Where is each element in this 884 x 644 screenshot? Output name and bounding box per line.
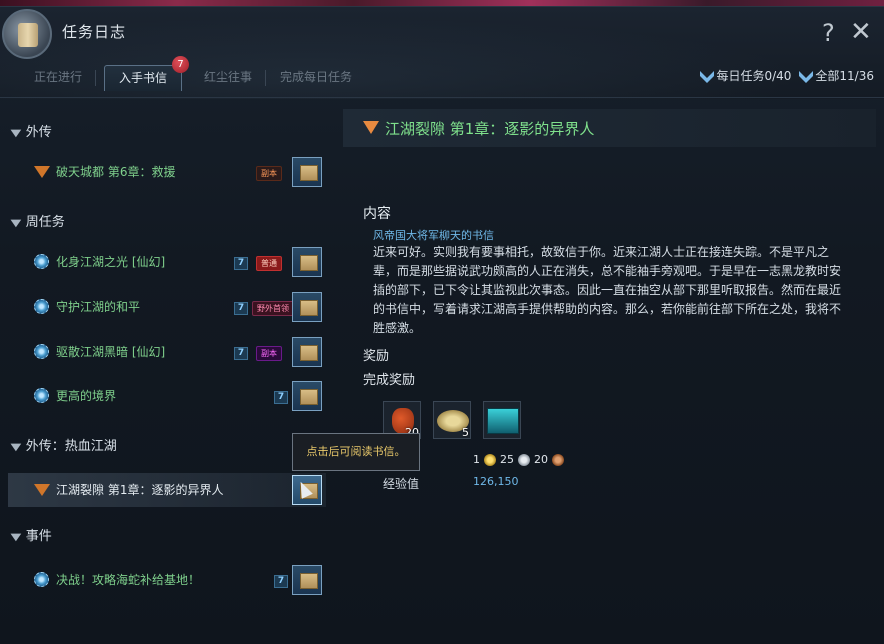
window-header: 任务日志 ? ✕ 正在进行 入手书信 7 红尘往事 完成每日任务 每日任务0/4… <box>0 7 884 99</box>
quest-item[interactable]: 决战！攻略海蛇补给基地！ 7 <box>8 563 326 597</box>
treasure-chest-icon <box>487 408 519 434</box>
letter-tooltip: 点击后可阅读书信。 <box>292 433 420 471</box>
copper-amount: 20 <box>534 453 548 466</box>
quest-item[interactable]: 破天城都 第6章：救援 副本 <box>8 155 326 189</box>
gear-icon <box>34 254 49 269</box>
copper-coin-icon <box>552 453 564 466</box>
reward-item[interactable]: 5 <box>433 401 471 439</box>
gear-icon <box>34 344 49 359</box>
scroll-icon <box>2 9 52 59</box>
exp-value: 126,150 <box>473 475 519 488</box>
flame-icon <box>363 121 379 134</box>
quest-label: 决战！攻略海蛇补给基地！ <box>56 573 201 587</box>
tab-past-events[interactable]: 红尘往事 <box>190 65 267 91</box>
letter-read-button[interactable] <box>292 292 322 322</box>
exp-label: 经验值 <box>383 477 420 491</box>
tab-daily-complete[interactable]: 完成每日任务 <box>266 65 366 91</box>
quest-label: 驱散江湖黑暗 [仙幻] <box>56 345 166 359</box>
all-stat-label: 全部11/36 <box>815 69 874 83</box>
reward-item[interactable] <box>483 401 521 439</box>
quest-tag: 野外首领 <box>252 301 294 316</box>
quest-label: 江湖裂隙 第1章：逐影的异界人 <box>56 483 224 497</box>
letter-sender: 风帝国大将军柳天的书信 <box>373 229 494 242</box>
detail-header: 江湖裂隙 第1章：逐影的异界人 <box>343 109 876 147</box>
category-label: 外传：热血江湖 <box>25 439 117 454</box>
tab-label: 正在进行 <box>34 70 83 84</box>
content-heading: 内容 <box>363 206 391 222</box>
letter-read-button[interactable] <box>292 565 322 595</box>
close-button[interactable]: ✕ <box>850 17 872 47</box>
gear-icon <box>34 299 49 314</box>
quest-tag: 副本 <box>256 166 282 181</box>
letter-body: 近来可好。实则我有要事相托，故致信于你。近来江湖人士正在接连失踪。不是平凡之辈，… <box>373 245 842 335</box>
reward-heading: 奖励 <box>363 349 390 364</box>
gold-amount: 1 <box>473 453 480 466</box>
flame-icon <box>34 166 50 178</box>
category-label: 周任务 <box>25 215 65 230</box>
quest-label: 更高的境界 <box>56 389 117 403</box>
daily-stat-label: 每日任务0/40 <box>716 69 792 83</box>
header-divider <box>0 97 884 98</box>
tab-label: 入手书信 <box>119 71 168 85</box>
quest-item-selected[interactable]: 江湖裂隙 第1章：逐影的异界人 <box>8 473 326 507</box>
quest-list-panel: ▼ 外传 破天城都 第6章：救援 副本 ▼ 周任务 化身江湖之光 [仙幻] 7 普通… <box>0 107 335 644</box>
completion-reward-heading: 完成奖励 <box>363 373 416 388</box>
quest-item[interactable]: 驱散江湖黑暗 [仙幻] 7 副本 <box>8 335 326 369</box>
chevron-down-icon: ▼ <box>10 442 22 453</box>
quest-label: 化身江湖之光 [仙幻] <box>56 255 166 269</box>
tab-in-progress[interactable]: 正在进行 <box>20 65 97 91</box>
tab-label: 红尘往事 <box>204 70 253 84</box>
chevron-down-icon: ▼ <box>10 128 22 139</box>
quest-label: 守护江湖的和平 <box>56 300 141 314</box>
quest-count: 7 <box>234 257 248 270</box>
quest-label: 破天城都 第6章：救援 <box>56 165 176 179</box>
quest-count: 7 <box>234 347 248 360</box>
category-label: 外传 <box>25 125 52 140</box>
chevron-icon <box>700 70 715 83</box>
category-gaiden[interactable]: ▼ 外传 <box>10 121 52 140</box>
category-label: 事件 <box>25 529 52 544</box>
tab-received-letters[interactable]: 入手书信 7 <box>104 56 190 91</box>
category-weekly[interactable]: ▼ 周任务 <box>10 211 65 230</box>
chevron-icon <box>799 70 814 83</box>
chevron-down-icon: ▼ <box>10 532 22 543</box>
quest-item[interactable]: 守护江湖的和平 7 野外首领 <box>8 290 326 324</box>
event-icon <box>34 572 49 587</box>
silver-coin-icon <box>518 453 530 466</box>
letter-read-button[interactable] <box>292 157 322 187</box>
category-event[interactable]: ▼ 事件 <box>10 525 52 544</box>
quest-item[interactable]: 化身江湖之光 [仙幻] 7 普通 <box>8 245 326 279</box>
window-title: 任务日志 <box>62 23 127 41</box>
quest-log-window: 任务日志 ? ✕ 正在进行 入手书信 7 红尘往事 完成每日任务 每日任务0/4… <box>0 6 884 644</box>
letter-read-button[interactable] <box>292 247 322 277</box>
silver-amount: 25 <box>500 453 514 466</box>
category-gaiden-hotblood[interactable]: ▼ 外传：热血江湖 <box>10 435 117 454</box>
chevron-down-icon: ▼ <box>10 218 22 229</box>
money-reward: 1 25 20 <box>473 453 564 466</box>
item-count: 5 <box>462 426 469 439</box>
gear-icon <box>34 388 49 403</box>
quest-count: 7 <box>274 391 288 404</box>
flame-icon <box>34 484 50 496</box>
quest-stats: 每日任务0/40 全部11/36 <box>700 67 874 84</box>
tab-badge: 7 <box>172 56 190 73</box>
letter-read-button[interactable] <box>292 381 322 411</box>
detail-title: 江湖裂隙 第1章：逐影的异界人 <box>385 120 595 138</box>
tab-label: 完成每日任务 <box>280 70 353 84</box>
all-stat: 全部11/36 <box>799 67 874 84</box>
letter-read-button[interactable] <box>292 337 322 367</box>
help-button[interactable]: ? <box>822 19 835 47</box>
daily-stat: 每日任务0/40 <box>700 67 791 84</box>
quest-tag: 副本 <box>256 346 282 361</box>
quest-count: 7 <box>234 302 248 315</box>
quest-item[interactable]: 更高的境界 7 <box>8 379 326 413</box>
quest-tag: 普通 <box>256 256 282 271</box>
gold-coin-icon <box>484 453 496 466</box>
quest-detail-panel: 江湖裂隙 第1章：逐影的异界人 内容 风帝国大将军柳天的书信 近来可好。实则我有… <box>343 109 876 644</box>
quest-count: 7 <box>274 575 288 588</box>
tab-bar: 正在进行 入手书信 7 红尘往事 完成每日任务 <box>20 56 366 91</box>
